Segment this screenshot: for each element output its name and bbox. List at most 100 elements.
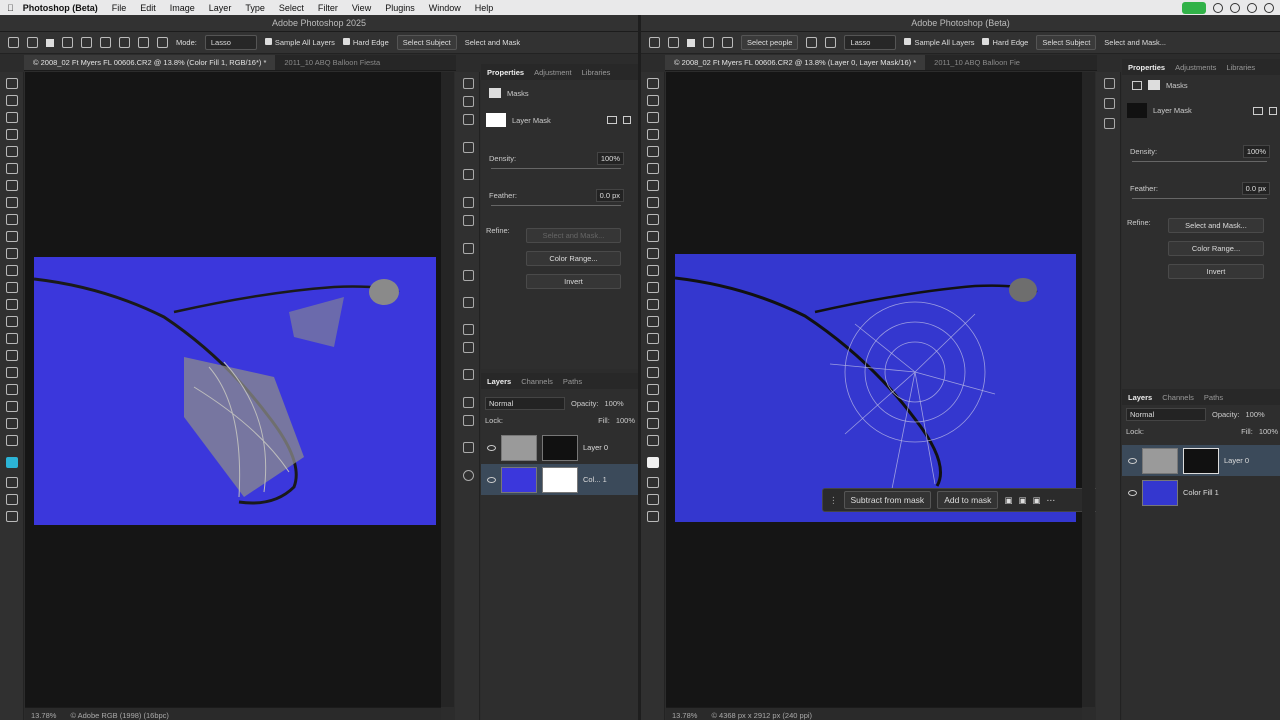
blur-tool-icon[interactable] bbox=[6, 299, 18, 310]
fill-input[interactable]: 100% bbox=[1259, 427, 1278, 436]
camera-indicator-icon[interactable] bbox=[1182, 1, 1206, 14]
select-and-mask-button[interactable]: Select and Mask... bbox=[526, 228, 621, 243]
screen-mode-icon[interactable] bbox=[6, 494, 18, 505]
frame-tool-icon[interactable] bbox=[6, 163, 18, 174]
menu-select[interactable]: Select bbox=[272, 3, 311, 13]
move-tool-icon[interactable] bbox=[6, 78, 18, 89]
canvas-area[interactable] bbox=[25, 72, 441, 707]
lasso-tool-icon[interactable] bbox=[27, 37, 38, 48]
feather-input[interactable]: 0.0 px bbox=[1241, 182, 1270, 195]
select-subject-button[interactable]: Select Subject bbox=[1036, 35, 1097, 50]
paths-icon[interactable] bbox=[463, 324, 474, 335]
tab-abq-balloon[interactable]: 2011_10 ABQ Balloon Fie bbox=[925, 55, 1029, 70]
lasso-tool-icon[interactable] bbox=[668, 37, 679, 48]
canvas-area[interactable]: ⋮ Subtract from mask Add to mask ▣ ▣ ▣ ⋯ bbox=[666, 72, 1102, 707]
pen-tool-icon[interactable] bbox=[6, 333, 18, 344]
shape-tool-icon[interactable] bbox=[6, 384, 18, 395]
menu-view[interactable]: View bbox=[345, 3, 378, 13]
clock-icon[interactable] bbox=[1264, 2, 1274, 13]
fill-input[interactable]: 100% bbox=[616, 416, 635, 425]
layer-row[interactable]: Col... 1 bbox=[481, 464, 638, 495]
type-tool-icon[interactable] bbox=[6, 350, 18, 361]
gear-icon[interactable] bbox=[825, 37, 837, 48]
eraser-tool-icon[interactable] bbox=[6, 265, 18, 276]
gradient-tool-icon[interactable] bbox=[6, 282, 18, 293]
select-subject-button[interactable]: Select Subject bbox=[396, 35, 457, 50]
foreground-color-swatch[interactable] bbox=[647, 457, 659, 468]
add-selection-icon[interactable] bbox=[703, 37, 714, 48]
tab-layers[interactable]: Layers bbox=[1128, 393, 1152, 402]
menu-image[interactable]: Image bbox=[163, 3, 202, 13]
tab-properties[interactable]: Properties bbox=[487, 68, 524, 77]
object-select-tool-icon[interactable] bbox=[647, 129, 659, 140]
visibility-eye-icon[interactable] bbox=[487, 476, 496, 483]
tool-presets-icon[interactable] bbox=[463, 442, 474, 453]
refresh-icon[interactable] bbox=[806, 37, 818, 48]
brush-tool-icon[interactable] bbox=[6, 214, 18, 225]
select-and-mask-button[interactable]: Select and Mask bbox=[465, 38, 520, 47]
mask-option-icon[interactable]: ▣ bbox=[1004, 495, 1012, 506]
tab-ft-myers[interactable]: © 2008_02 Ft Myers FL 00606.CR2 @ 13.8% … bbox=[24, 55, 276, 70]
add-to-mask-button[interactable]: Add to mask bbox=[937, 491, 999, 509]
screen-mode-icon[interactable] bbox=[647, 494, 659, 505]
crop-tool-icon[interactable] bbox=[6, 146, 18, 157]
tab-layers[interactable]: Layers bbox=[487, 377, 511, 386]
feather-input[interactable]: 0.0 px bbox=[595, 189, 624, 202]
layer-mask-thumbnail[interactable] bbox=[1183, 447, 1219, 474]
more-options-icon[interactable]: ⋯ bbox=[1047, 495, 1056, 506]
dodge-tool-icon[interactable] bbox=[647, 316, 659, 327]
eyedropper-tool-icon[interactable] bbox=[6, 180, 18, 191]
crop-tool-icon[interactable] bbox=[647, 146, 659, 157]
select-and-mask-button[interactable]: Select and Mask... bbox=[1104, 38, 1166, 47]
mode-select[interactable]: Lasso bbox=[204, 35, 257, 50]
history-icon[interactable] bbox=[463, 142, 474, 153]
search-icon[interactable] bbox=[647, 511, 659, 522]
layer-mask-thumbnail[interactable] bbox=[542, 434, 578, 461]
more-tools-icon[interactable] bbox=[6, 435, 18, 446]
visibility-eye-icon[interactable] bbox=[1128, 457, 1137, 464]
tab-properties[interactable]: Properties bbox=[1128, 63, 1165, 72]
more-tools-icon[interactable] bbox=[647, 435, 659, 446]
tab-channels[interactable]: Channels bbox=[521, 377, 553, 386]
home-icon[interactable] bbox=[8, 37, 19, 48]
tab-libraries[interactable]: Libraries bbox=[1226, 63, 1255, 72]
vector-mask-icon[interactable] bbox=[623, 116, 631, 124]
opacity-input[interactable]: 100% bbox=[605, 399, 624, 408]
comment-icon[interactable] bbox=[1104, 98, 1115, 109]
gradient-tool-icon[interactable] bbox=[647, 282, 659, 293]
frame-tool-icon[interactable] bbox=[647, 163, 659, 174]
vector-mask-icon[interactable] bbox=[1269, 106, 1277, 115]
move-tool-icon[interactable] bbox=[647, 78, 659, 89]
refresh-icon[interactable] bbox=[119, 37, 130, 48]
pixel-mask-icon[interactable] bbox=[607, 116, 617, 124]
eyedropper-tool-icon[interactable] bbox=[647, 180, 659, 191]
document-image[interactable] bbox=[675, 254, 1076, 522]
history-brush-icon[interactable] bbox=[6, 248, 18, 259]
feather-slider[interactable] bbox=[1132, 198, 1267, 199]
opacity-input[interactable]: 100% bbox=[1246, 410, 1265, 419]
tab-paths[interactable]: Paths bbox=[563, 377, 582, 386]
apple-icon[interactable]:  bbox=[0, 3, 21, 13]
menu-window[interactable]: Window bbox=[422, 3, 468, 13]
swatches-icon[interactable] bbox=[463, 270, 474, 281]
select-people-button[interactable]: Select people bbox=[741, 35, 799, 50]
play-icon[interactable] bbox=[463, 96, 474, 107]
zoom-tool-icon[interactable] bbox=[6, 418, 18, 429]
mask-option-icon[interactable]: ▣ bbox=[1018, 495, 1026, 506]
new-selection-icon[interactable] bbox=[46, 38, 54, 47]
intersect-selection-icon[interactable] bbox=[100, 37, 111, 48]
pen-tool-icon[interactable] bbox=[647, 333, 659, 344]
comment-icon[interactable] bbox=[463, 114, 474, 125]
type-tool-icon[interactable] bbox=[647, 350, 659, 361]
gear-icon[interactable] bbox=[157, 37, 168, 48]
blend-mode-select[interactable]: Normal bbox=[1126, 408, 1206, 421]
mode-select[interactable]: Lasso bbox=[844, 35, 897, 50]
menu-help[interactable]: Help bbox=[468, 3, 501, 13]
menu-file[interactable]: File bbox=[105, 3, 134, 13]
marquee-tool-icon[interactable] bbox=[647, 95, 659, 106]
tab-libraries[interactable]: Libraries bbox=[582, 68, 611, 77]
adjust-icon[interactable] bbox=[463, 215, 474, 226]
tab-abq-balloon[interactable]: 2011_10 ABQ Balloon Fiesta bbox=[275, 55, 389, 70]
stamp-tool-icon[interactable] bbox=[6, 231, 18, 242]
select-and-mask-button[interactable]: Select and Mask... bbox=[1168, 218, 1264, 233]
